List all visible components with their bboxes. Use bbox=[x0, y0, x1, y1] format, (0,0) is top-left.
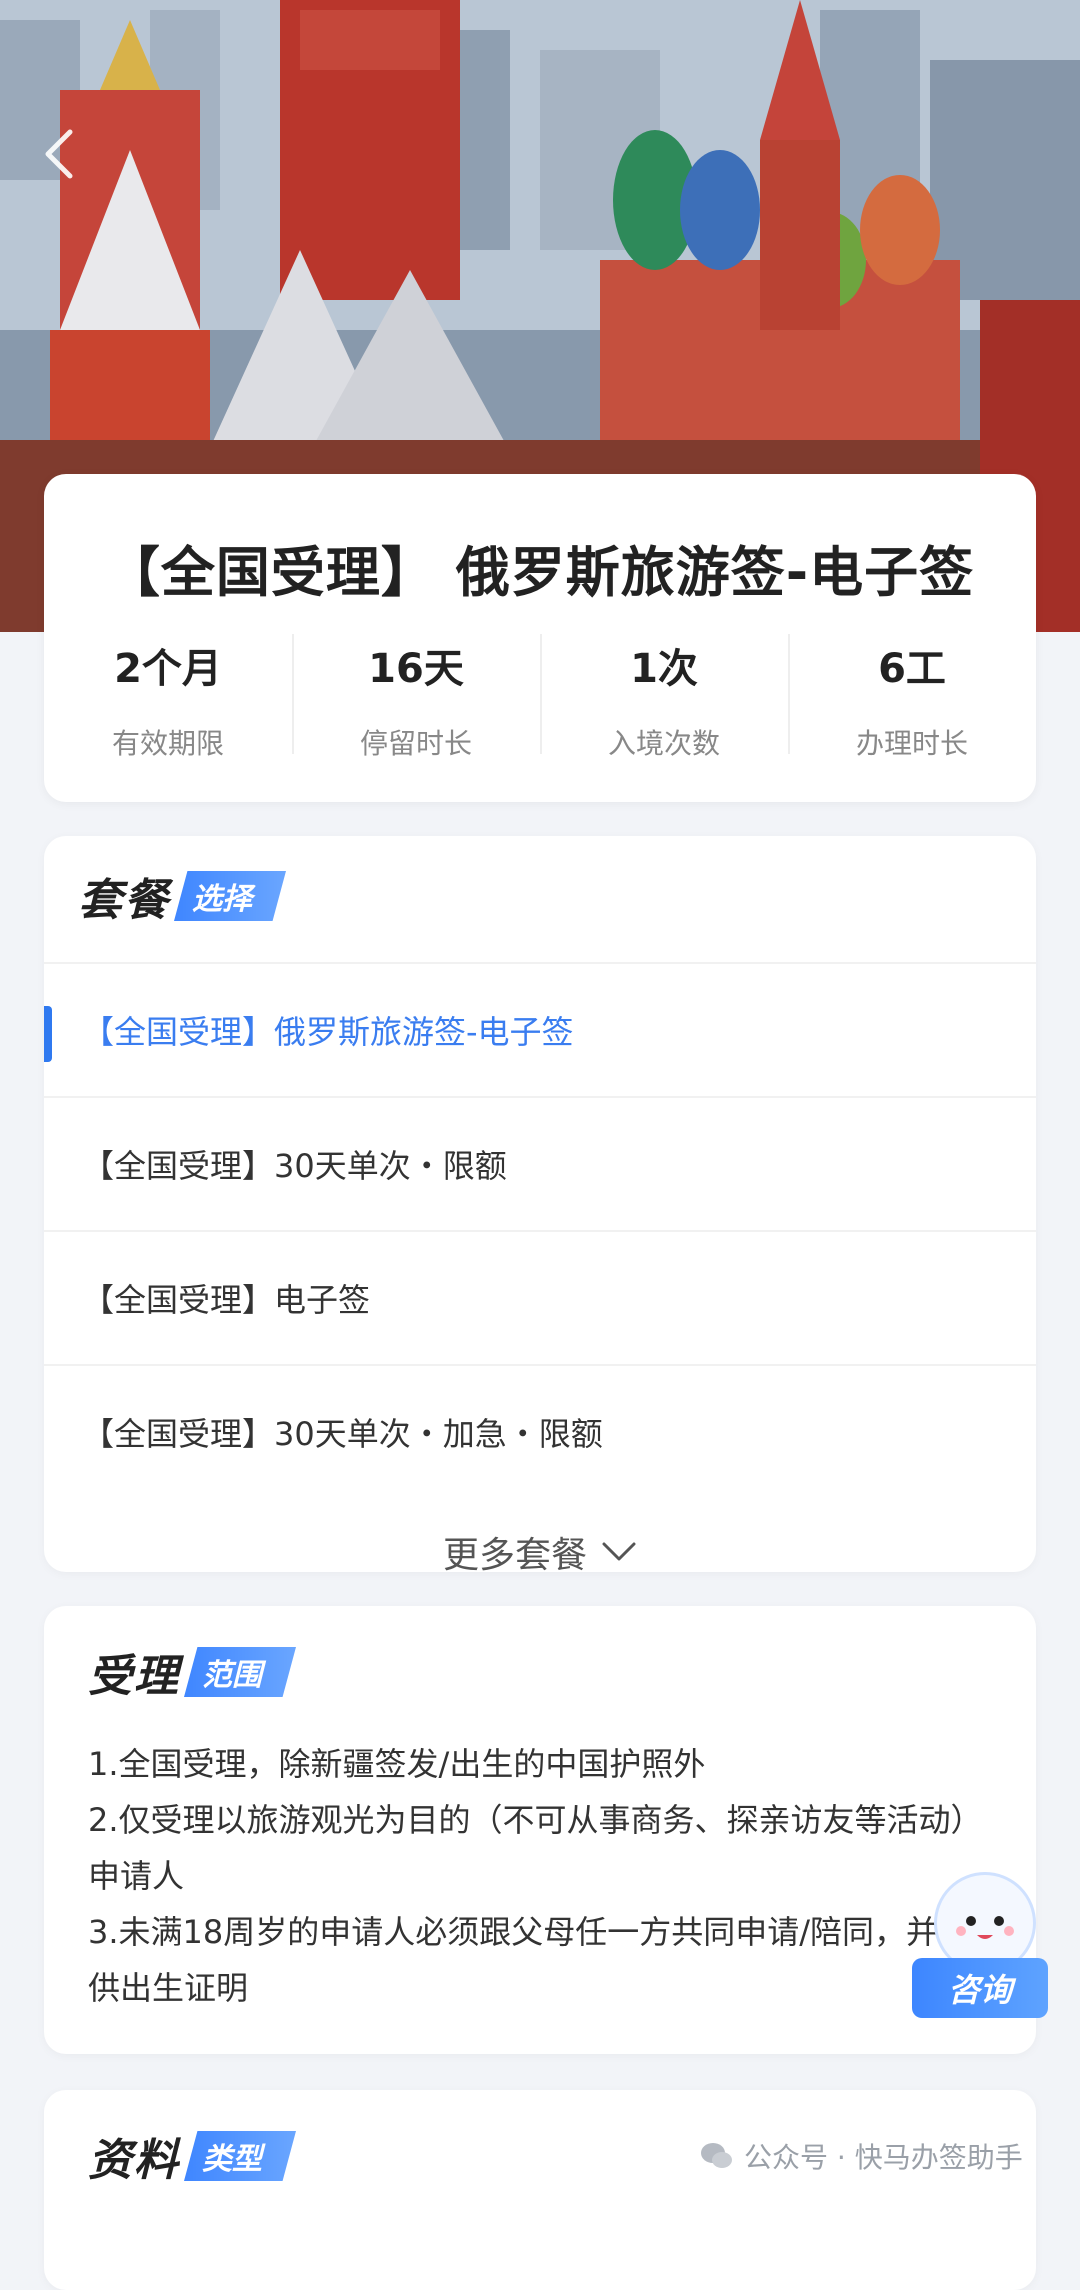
section-title: 资料 bbox=[88, 2135, 180, 2186]
consult-button[interactable]: 咨询 bbox=[912, 1872, 1052, 2022]
package-option[interactable]: 【全国受理】30天单次・限额 bbox=[44, 1096, 1036, 1230]
chevron-down-icon bbox=[601, 1541, 637, 1563]
scope-line: 3.未满18周岁的申请人必须跟父母任一方共同申请/陪同，并提供出生证明 bbox=[88, 1913, 971, 2007]
package-option[interactable]: 【全国受理】电子签 bbox=[44, 1230, 1036, 1364]
section-heading: 套餐 选择 bbox=[78, 866, 286, 926]
more-packages-label: 更多套餐 bbox=[442, 1535, 587, 1576]
stat-label: 停留时长 bbox=[359, 727, 472, 760]
wechat-icon bbox=[700, 2141, 734, 2171]
stat-stay: 16天 停留时长 bbox=[292, 634, 540, 760]
stat-entries: 1次 入境次数 bbox=[540, 634, 788, 760]
watermark-text: 公众号 · 快马办签助手 bbox=[744, 2141, 1023, 2174]
stat-label: 有效期限 bbox=[111, 727, 224, 760]
chevron-left-icon bbox=[45, 129, 73, 179]
visa-stats: 2个月 有效期限 16天 停留时长 1次 入境次数 6工 办理时长 bbox=[44, 634, 1036, 760]
back-button[interactable] bbox=[40, 126, 96, 182]
stat-label: 入境次数 bbox=[607, 727, 720, 760]
more-packages-button[interactable]: 更多套餐 bbox=[44, 1522, 1036, 1582]
stat-validity: 2个月 有效期限 bbox=[44, 634, 292, 760]
package-option[interactable]: 【全国受理】30天单次・加急・限额 bbox=[44, 1364, 1036, 1498]
section-heading: 受理 范围 bbox=[88, 1642, 296, 1702]
stat-value: 6工 bbox=[878, 646, 946, 692]
visa-title: 【全国受理】 俄罗斯旅游签-电子签 bbox=[105, 541, 975, 604]
scope-line: 2.仅受理以旅游观光为目的（不可从事商务、探亲访友等活动）申请人 bbox=[88, 1801, 983, 1895]
package-option-selected[interactable]: 【全国受理】俄罗斯旅游签-电子签 bbox=[44, 962, 1036, 1096]
stat-label: 办理时长 bbox=[855, 727, 968, 760]
package-list: 【全国受理】俄罗斯旅游签-电子签 【全国受理】30天单次・限额 【全国受理】电子… bbox=[44, 962, 1036, 1498]
section-heading: 资料 类型 bbox=[88, 2126, 296, 2186]
section-tag: 选择 bbox=[174, 871, 286, 921]
materials-card: 资料 类型 bbox=[44, 2090, 1036, 2290]
stat-value: 1次 bbox=[630, 646, 698, 692]
stat-value: 16天 bbox=[368, 646, 464, 692]
scope-card: 受理 范围 1.全国受理，除新疆签发/出生的中国护照外 2.仅受理以旅游观光为目… bbox=[44, 1606, 1036, 2054]
scope-line: 1.全国受理，除新疆签发/出生的中国护照外 bbox=[88, 1745, 706, 1783]
section-title: 套餐 bbox=[78, 875, 170, 926]
stat-processing: 6工 办理时长 bbox=[788, 634, 1036, 760]
section-title: 受理 bbox=[88, 1651, 180, 1702]
stat-value: 2个月 bbox=[114, 646, 222, 692]
section-tag: 范围 bbox=[184, 1647, 296, 1697]
scope-text: 1.全国受理，除新疆签发/出生的中国护照外 2.仅受理以旅游观光为目的（不可从事… bbox=[88, 1736, 996, 2016]
section-tag: 类型 bbox=[184, 2131, 296, 2181]
package-card: 套餐 选择 【全国受理】俄罗斯旅游签-电子签 【全国受理】30天单次・限额 【全… bbox=[44, 836, 1036, 1576]
consult-label: 咨询 bbox=[912, 1958, 1048, 2018]
visa-summary-card: 【全国受理】 俄罗斯旅游签-电子签 2个月 有效期限 16天 停留时长 1次 入… bbox=[44, 474, 1036, 802]
watermark: 公众号 · 快马办签助手 bbox=[700, 2136, 1023, 2176]
